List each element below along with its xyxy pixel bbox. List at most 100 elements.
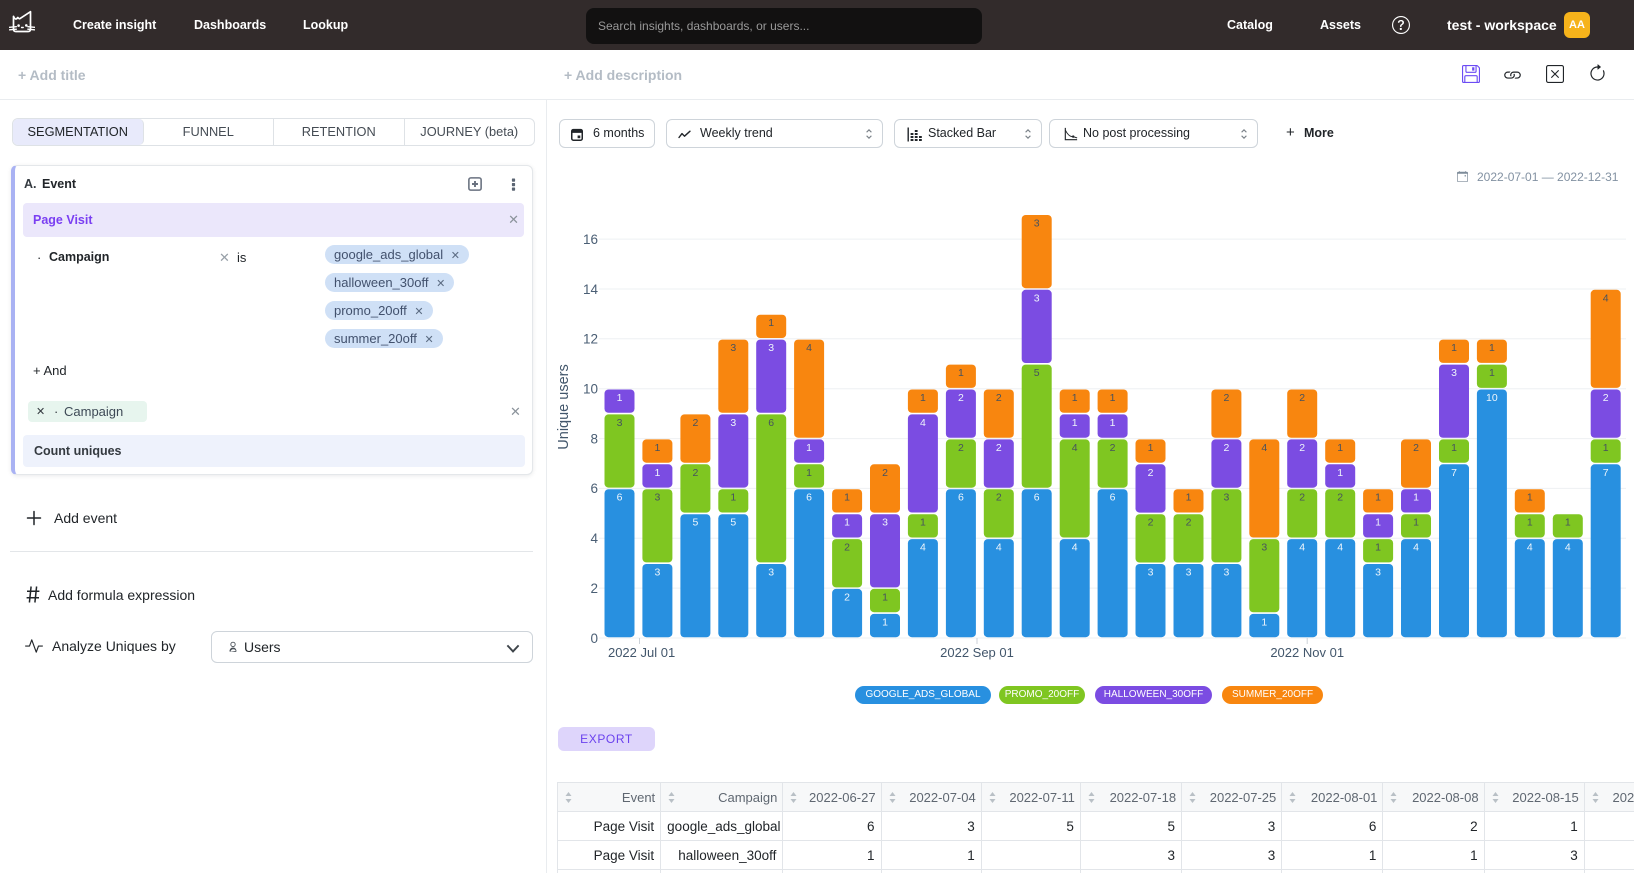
svg-text:1: 1 [1261, 616, 1267, 628]
svg-text:2: 2 [1603, 392, 1609, 404]
svg-text:1: 1 [1375, 492, 1381, 504]
svg-text:2: 2 [1186, 517, 1192, 529]
svg-text:2: 2 [1299, 392, 1305, 404]
svg-text:1: 1 [882, 591, 888, 603]
svg-text:2022 Jul 01: 2022 Jul 01 [608, 645, 675, 660]
svg-text:1: 1 [882, 616, 888, 628]
svg-text:6: 6 [806, 492, 812, 504]
svg-text:3: 3 [1451, 367, 1457, 379]
svg-text:1: 1 [958, 367, 964, 379]
svg-text:1: 1 [1527, 492, 1533, 504]
svg-text:5: 5 [730, 517, 736, 529]
svg-text:1: 1 [1527, 517, 1533, 529]
svg-text:6: 6 [1110, 492, 1116, 504]
svg-text:1: 1 [1337, 442, 1343, 454]
svg-text:3: 3 [768, 342, 774, 354]
svg-text:12: 12 [583, 332, 598, 347]
svg-text:6: 6 [768, 417, 774, 429]
svg-text:1: 1 [1565, 517, 1571, 529]
svg-text:1: 1 [1489, 367, 1495, 379]
svg-text:6: 6 [590, 481, 598, 496]
svg-text:1: 1 [1148, 442, 1154, 454]
svg-text:1: 1 [1603, 442, 1609, 454]
svg-text:4: 4 [1337, 542, 1343, 554]
svg-text:3: 3 [730, 417, 736, 429]
svg-text:6: 6 [617, 492, 623, 504]
svg-text:1: 1 [1375, 517, 1381, 529]
svg-text:1: 1 [1337, 467, 1343, 479]
svg-text:1: 1 [617, 392, 623, 404]
svg-text:1: 1 [1413, 492, 1419, 504]
svg-text:1: 1 [730, 492, 736, 504]
svg-text:5: 5 [1034, 367, 1040, 379]
svg-text:3: 3 [1034, 218, 1040, 230]
svg-text:1: 1 [654, 442, 660, 454]
svg-text:1: 1 [1451, 442, 1457, 454]
svg-text:2: 2 [882, 467, 888, 479]
svg-text:4: 4 [806, 342, 812, 354]
svg-text:4: 4 [1261, 442, 1267, 454]
svg-text:4: 4 [1527, 542, 1533, 554]
svg-text:1: 1 [1186, 492, 1192, 504]
svg-text:4: 4 [1299, 542, 1305, 554]
svg-text:1: 1 [1072, 417, 1078, 429]
svg-text:3: 3 [1261, 542, 1267, 554]
svg-text:2: 2 [844, 542, 850, 554]
svg-text:3: 3 [1034, 292, 1040, 304]
svg-text:4: 4 [1413, 542, 1419, 554]
svg-text:2: 2 [996, 442, 1002, 454]
svg-text:16: 16 [583, 232, 598, 247]
svg-text:2: 2 [1223, 442, 1229, 454]
svg-text:1: 1 [1110, 417, 1116, 429]
svg-text:10: 10 [583, 382, 598, 397]
svg-text:1: 1 [1110, 392, 1116, 404]
svg-text:7: 7 [1451, 467, 1457, 479]
svg-text:1: 1 [654, 467, 660, 479]
svg-text:2: 2 [1299, 492, 1305, 504]
svg-text:4: 4 [920, 542, 926, 554]
svg-text:2: 2 [1223, 392, 1229, 404]
svg-text:2022 Nov 01: 2022 Nov 01 [1270, 645, 1344, 660]
svg-text:2: 2 [1413, 442, 1419, 454]
svg-text:14: 14 [583, 282, 599, 297]
svg-text:3: 3 [1223, 492, 1229, 504]
svg-text:4: 4 [1072, 542, 1078, 554]
svg-text:6: 6 [958, 492, 964, 504]
svg-text:2: 2 [692, 467, 698, 479]
svg-text:0: 0 [590, 631, 598, 646]
svg-text:4: 4 [1565, 542, 1571, 554]
svg-text:2: 2 [1148, 517, 1154, 529]
svg-text:2: 2 [1299, 442, 1305, 454]
svg-text:1: 1 [1072, 392, 1078, 404]
svg-text:1: 1 [1489, 342, 1495, 354]
svg-text:Unique users: Unique users [556, 364, 572, 449]
svg-text:1: 1 [768, 317, 774, 329]
svg-text:2022 Sep 01: 2022 Sep 01 [940, 645, 1014, 660]
svg-text:1: 1 [806, 467, 812, 479]
svg-text:2: 2 [1110, 442, 1116, 454]
svg-text:1: 1 [844, 492, 850, 504]
svg-text:4: 4 [996, 542, 1002, 554]
svg-text:1: 1 [920, 517, 926, 529]
svg-text:1: 1 [1451, 342, 1457, 354]
svg-text:4: 4 [1072, 442, 1078, 454]
svg-text:2: 2 [996, 492, 1002, 504]
svg-text:3: 3 [654, 492, 660, 504]
svg-text:2: 2 [590, 581, 598, 596]
svg-text:2: 2 [1337, 492, 1343, 504]
svg-text:1: 1 [920, 392, 926, 404]
svg-text:10: 10 [1486, 392, 1498, 404]
svg-text:3: 3 [1223, 567, 1229, 579]
svg-text:3: 3 [1186, 567, 1192, 579]
svg-text:4: 4 [1603, 292, 1609, 304]
svg-text:2: 2 [958, 392, 964, 404]
svg-text:6: 6 [1034, 492, 1040, 504]
svg-text:3: 3 [882, 517, 888, 529]
svg-text:4: 4 [920, 417, 926, 429]
svg-text:1: 1 [1375, 542, 1381, 554]
svg-text:1: 1 [1413, 517, 1419, 529]
svg-text:1: 1 [806, 442, 812, 454]
svg-text:8: 8 [590, 431, 598, 446]
svg-text:3: 3 [730, 342, 736, 354]
svg-text:2: 2 [1148, 467, 1154, 479]
